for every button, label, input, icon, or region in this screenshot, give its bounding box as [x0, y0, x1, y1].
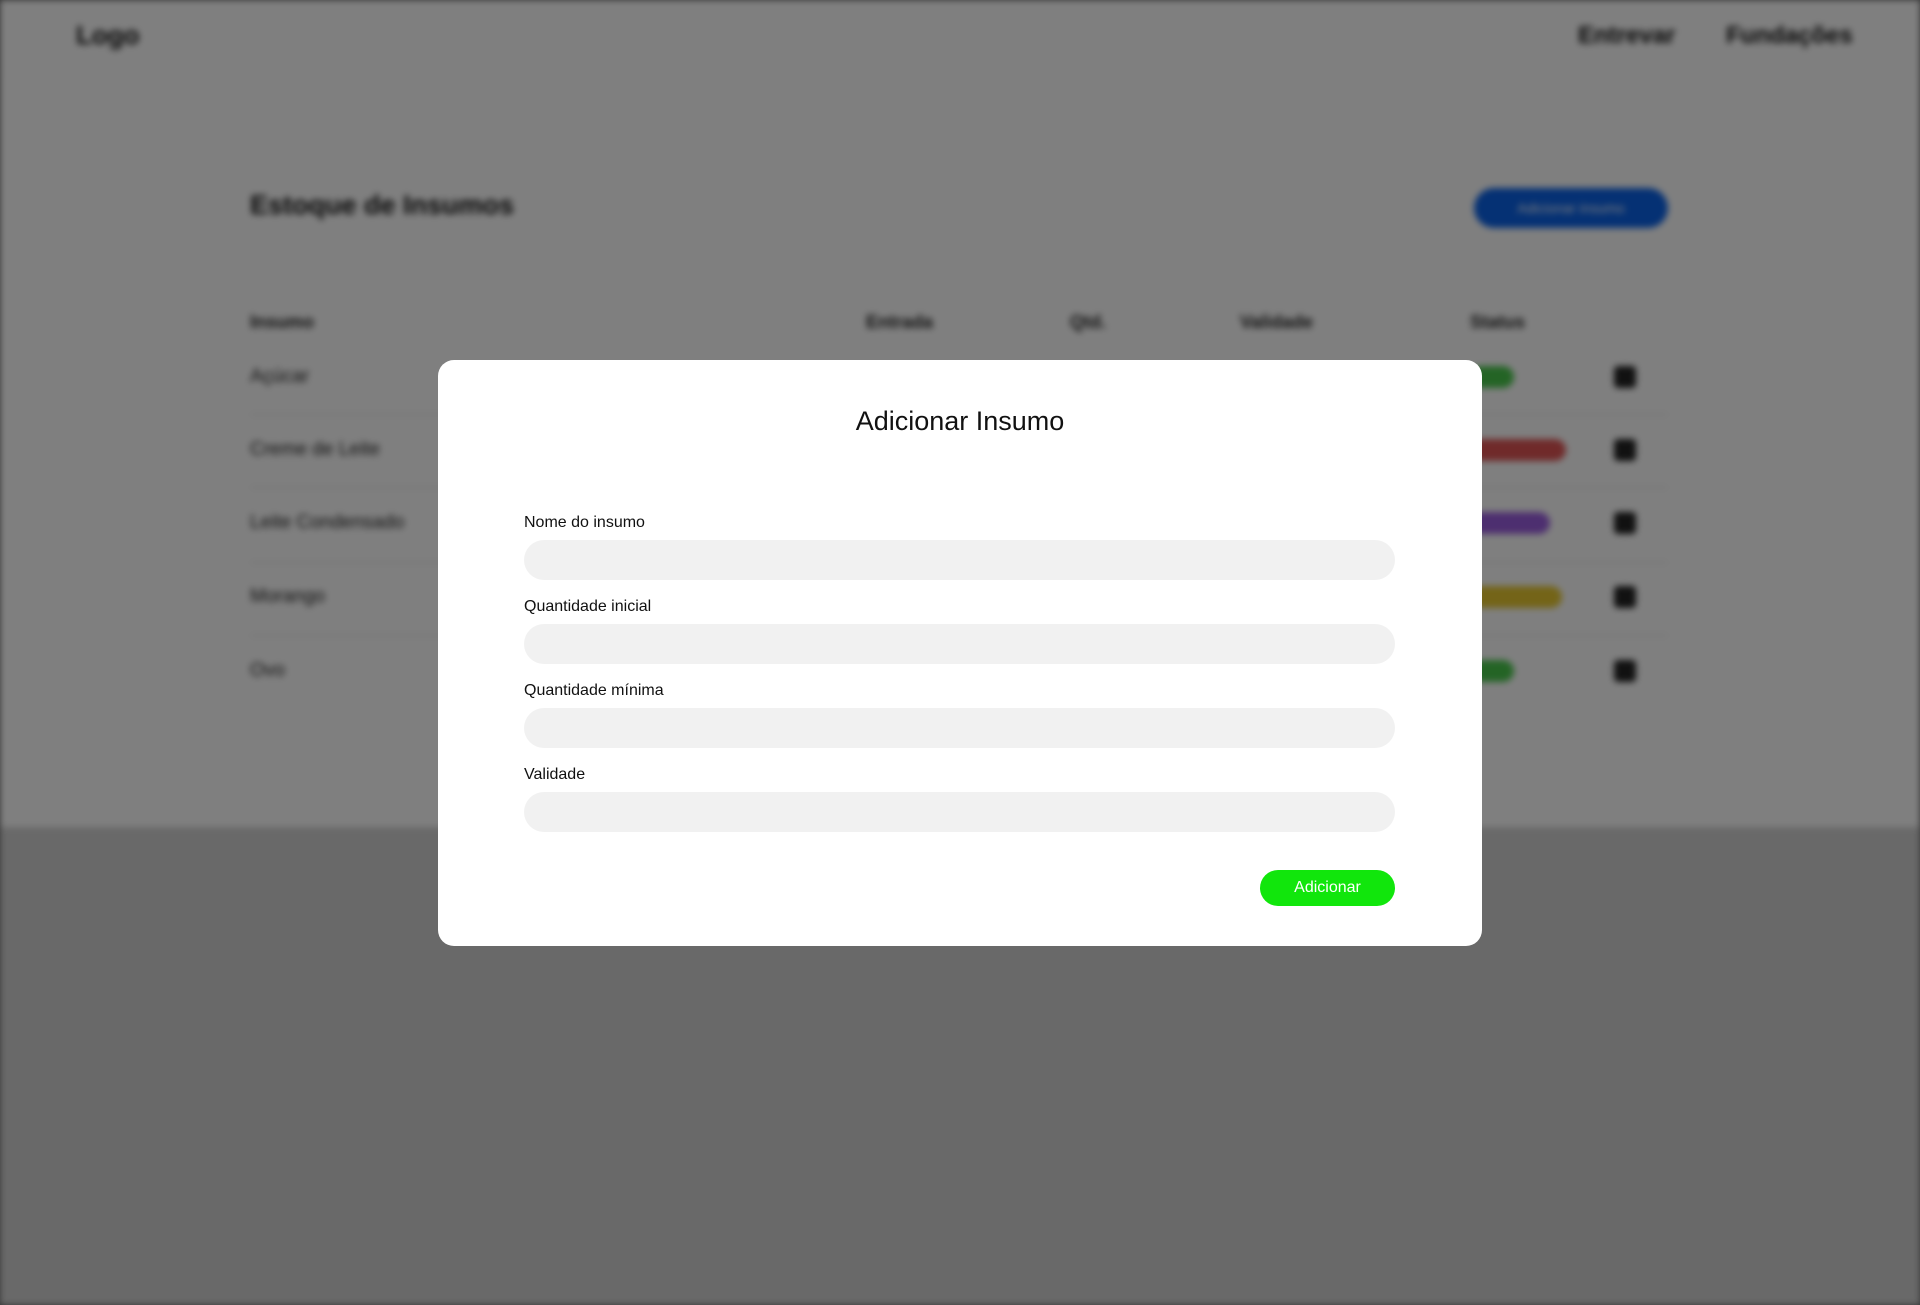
nome-insumo-label: Nome do insumo [524, 514, 645, 531]
modal-title: Adicionar Insumo [855, 406, 1065, 436]
nome-insumo-input[interactable] [524, 540, 1395, 580]
quantidade-minima-input[interactable] [524, 708, 1395, 748]
add-insumo-modal: Adicionar Insumo Nome do insumo Quantida… [438, 360, 1482, 946]
validade-label: Validade [524, 766, 586, 783]
validade-input[interactable] [524, 792, 1395, 832]
adicionar-button[interactable]: Adicionar [1260, 870, 1395, 906]
quantidade-minima-label: Quantidade mínima [524, 682, 664, 699]
quantidade-inicial-label: Quantidade inicial [524, 598, 652, 615]
quantidade-inicial-input[interactable] [524, 624, 1395, 664]
